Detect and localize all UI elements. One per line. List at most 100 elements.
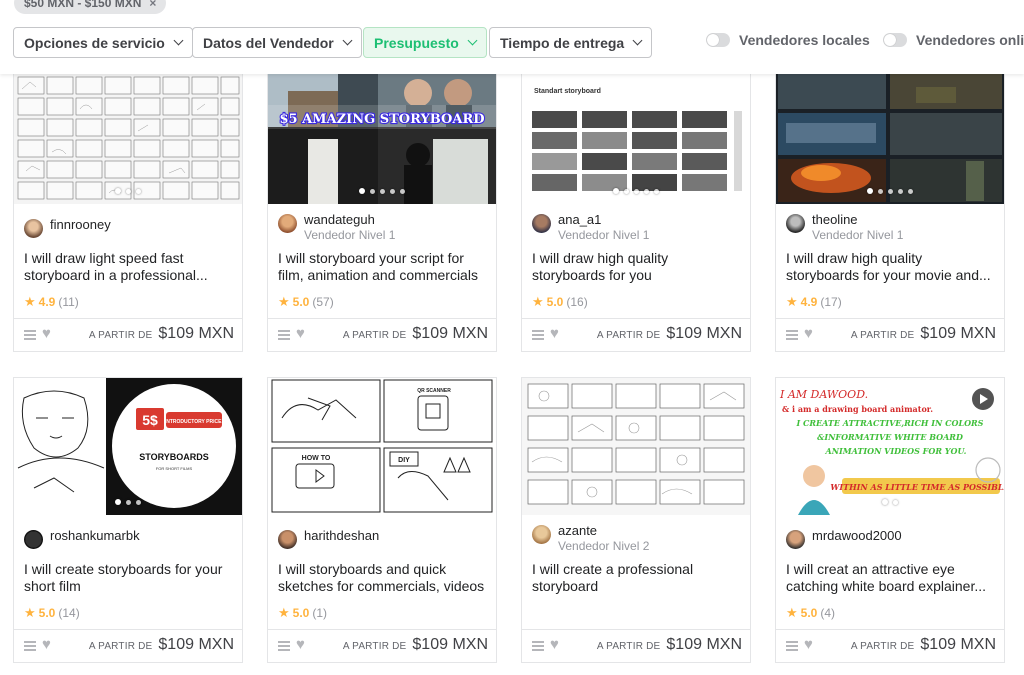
- gig-card[interactable]: 5$ INTRODUCTORY PRICE! STORYBOARDS FOR S…: [13, 377, 243, 663]
- menu-icon[interactable]: [786, 641, 798, 651]
- storyboard-scene-image: $5 AMAZING STORYBOARD: [268, 53, 496, 204]
- toggle-switch[interactable]: [706, 33, 730, 47]
- heart-icon[interactable]: ♥: [296, 636, 305, 654]
- menu-icon[interactable]: [24, 641, 36, 651]
- carousel-dots[interactable]: [14, 499, 242, 505]
- gig-title[interactable]: I will create a professional storyboard: [532, 561, 742, 595]
- gig-card[interactable]: Standart storyboard ana_a1 Vendedor Nive…: [521, 52, 751, 352]
- gig-price[interactable]: A PARTIR DE $109 MXN: [343, 636, 488, 654]
- heart-icon[interactable]: ♥: [42, 325, 51, 343]
- gig-thumbnail[interactable]: 5$ INTRODUCTORY PRICE! STORYBOARDS FOR S…: [14, 378, 242, 515]
- review-count: (1): [312, 606, 328, 620]
- online-sellers-toggle[interactable]: Vendedores online: [883, 32, 1024, 48]
- avatar[interactable]: [278, 530, 297, 549]
- gig-thumbnail[interactable]: HOW TO DIY QR SCANNER: [268, 378, 496, 515]
- gig-rating: ★ 4.9 (17): [786, 294, 842, 310]
- seller-name[interactable]: azante: [558, 522, 649, 539]
- storyboard-panels-image: [522, 378, 750, 515]
- gig-title[interactable]: I will draw light speed fast storyboard …: [24, 250, 234, 284]
- heart-icon[interactable]: ♥: [804, 325, 813, 343]
- toggle-switch[interactable]: [883, 33, 907, 47]
- heart-icon[interactable]: ♥: [550, 636, 559, 654]
- gig-thumbnail[interactable]: [776, 53, 1004, 204]
- gig-title[interactable]: I will draw high quality storyboards for…: [532, 250, 742, 284]
- heart-icon[interactable]: ♥: [804, 636, 813, 654]
- avatar[interactable]: [24, 530, 43, 549]
- sketch-label: DIY: [398, 457, 410, 464]
- local-sellers-toggle[interactable]: Vendedores locales: [706, 32, 870, 48]
- whiteboard-promo-image: I AM DAWOOD. & i am a drawing board anim…: [776, 378, 1004, 515]
- gig-card[interactable]: HOW TO DIY QR SCANNER harithdeshan I wil…: [267, 377, 497, 663]
- avatar[interactable]: [786, 214, 805, 233]
- seller-details-dropdown[interactable]: Datos del Vendedor: [192, 27, 362, 58]
- gig-title[interactable]: I will creat an attractive eye catching …: [786, 561, 996, 595]
- menu-icon[interactable]: [532, 330, 544, 340]
- gig-title[interactable]: I will storyboard your script for film, …: [278, 250, 488, 284]
- avatar[interactable]: [532, 525, 551, 544]
- seller-name[interactable]: ana_a1: [558, 211, 649, 228]
- gig-thumbnail[interactable]: Standart storyboard: [522, 53, 750, 204]
- gig-price[interactable]: A PARTIR DE $109 MXN: [343, 325, 488, 343]
- gig-thumbnail[interactable]: $5 AMAZING STORYBOARD: [268, 53, 496, 204]
- active-filter-chip[interactable]: $50 MXN - $150 MXN ×: [14, 0, 167, 14]
- carousel-dots[interactable]: [14, 188, 242, 194]
- gig-title[interactable]: I will draw high quality storyboards for…: [786, 250, 996, 284]
- gig-rating: ★ 5.0 (4): [786, 605, 835, 621]
- carousel-dots[interactable]: [776, 499, 1004, 505]
- carousel-dots[interactable]: [268, 188, 496, 194]
- gig-card[interactable]: $5 AMAZING STORYBOARD wandateguh Vendedo…: [267, 52, 497, 352]
- gig-card[interactable]: I AM DAWOOD. & i am a drawing board anim…: [775, 377, 1005, 663]
- promo-storyboard-image: 5$ INTRODUCTORY PRICE! STORYBOARDS FOR S…: [14, 378, 242, 515]
- gig-price[interactable]: A PARTIR DE $109 MXN: [89, 636, 234, 654]
- seller-level: Vendedor Nivel 1: [304, 228, 396, 242]
- play-icon[interactable]: [972, 388, 994, 410]
- carousel-dots[interactable]: [522, 188, 750, 194]
- gig-thumbnail[interactable]: [14, 53, 242, 204]
- heart-icon[interactable]: ♥: [296, 325, 305, 343]
- menu-icon[interactable]: [278, 330, 290, 340]
- promo-title: STORYBOARDS: [139, 452, 209, 462]
- menu-icon[interactable]: [786, 330, 798, 340]
- gig-title[interactable]: I will storyboards and quick sketches fo…: [278, 561, 488, 595]
- rating-value: 5.0: [292, 295, 310, 309]
- gig-title[interactable]: I will create storyboards for your short…: [24, 561, 234, 595]
- chevron-down-icon: [342, 35, 353, 46]
- gig-card[interactable]: finnrooney I will draw light speed fast …: [13, 52, 243, 352]
- gig-price[interactable]: A PARTIR DE $109 MXN: [89, 325, 234, 343]
- gig-footer: ♥ A PARTIR DE $109 MXN: [522, 318, 750, 351]
- seller-name[interactable]: wandateguh: [304, 211, 395, 228]
- star-icon: ★: [278, 294, 290, 309]
- price-from-label: A PARTIR DE: [596, 641, 661, 652]
- promo-subtitle: FOR SHORT FILMS: [156, 466, 193, 471]
- gig-price[interactable]: A PARTIR DE $109 MXN: [851, 636, 996, 654]
- carousel-dots[interactable]: [776, 188, 1004, 194]
- seller-name[interactable]: finnrooney: [50, 216, 111, 233]
- price-amount: $109 MXN: [666, 636, 742, 653]
- gig-card[interactable]: azante Vendedor Nivel 2 I will create a …: [521, 377, 751, 663]
- seller-name[interactable]: mrdawood2000: [812, 527, 902, 544]
- budget-dropdown[interactable]: Presupuesto: [363, 27, 487, 58]
- avatar[interactable]: [24, 219, 43, 238]
- menu-icon[interactable]: [278, 641, 290, 651]
- seller-name[interactable]: roshankumarbk: [50, 527, 140, 544]
- promo-tag: INTRODUCTORY PRICE!: [165, 419, 224, 425]
- heart-icon[interactable]: ♥: [550, 325, 559, 343]
- seller-details-label: Datos del Vendedor: [203, 34, 334, 51]
- gig-thumbnail[interactable]: [522, 378, 750, 515]
- gig-price[interactable]: A PARTIR DE $109 MXN: [597, 636, 742, 654]
- avatar[interactable]: [786, 530, 805, 549]
- menu-icon[interactable]: [532, 641, 544, 651]
- gig-price[interactable]: A PARTIR DE $109 MXN: [851, 325, 996, 343]
- seller-name[interactable]: harithdeshan: [304, 527, 379, 544]
- gig-thumbnail[interactable]: I AM DAWOOD. & i am a drawing board anim…: [776, 378, 1004, 515]
- seller-name[interactable]: theoline: [812, 211, 903, 228]
- gig-price[interactable]: A PARTIR DE $109 MXN: [597, 325, 742, 343]
- avatar[interactable]: [532, 214, 551, 233]
- close-icon[interactable]: ×: [149, 0, 156, 10]
- service-options-dropdown[interactable]: Opciones de servicio: [13, 27, 193, 58]
- gig-card[interactable]: theoline Vendedor Nivel 1 I will draw hi…: [775, 52, 1005, 352]
- menu-icon[interactable]: [24, 330, 36, 340]
- avatar[interactable]: [278, 214, 297, 233]
- heart-icon[interactable]: ♥: [42, 636, 51, 654]
- delivery-time-dropdown[interactable]: Tiempo de entrega: [489, 27, 653, 58]
